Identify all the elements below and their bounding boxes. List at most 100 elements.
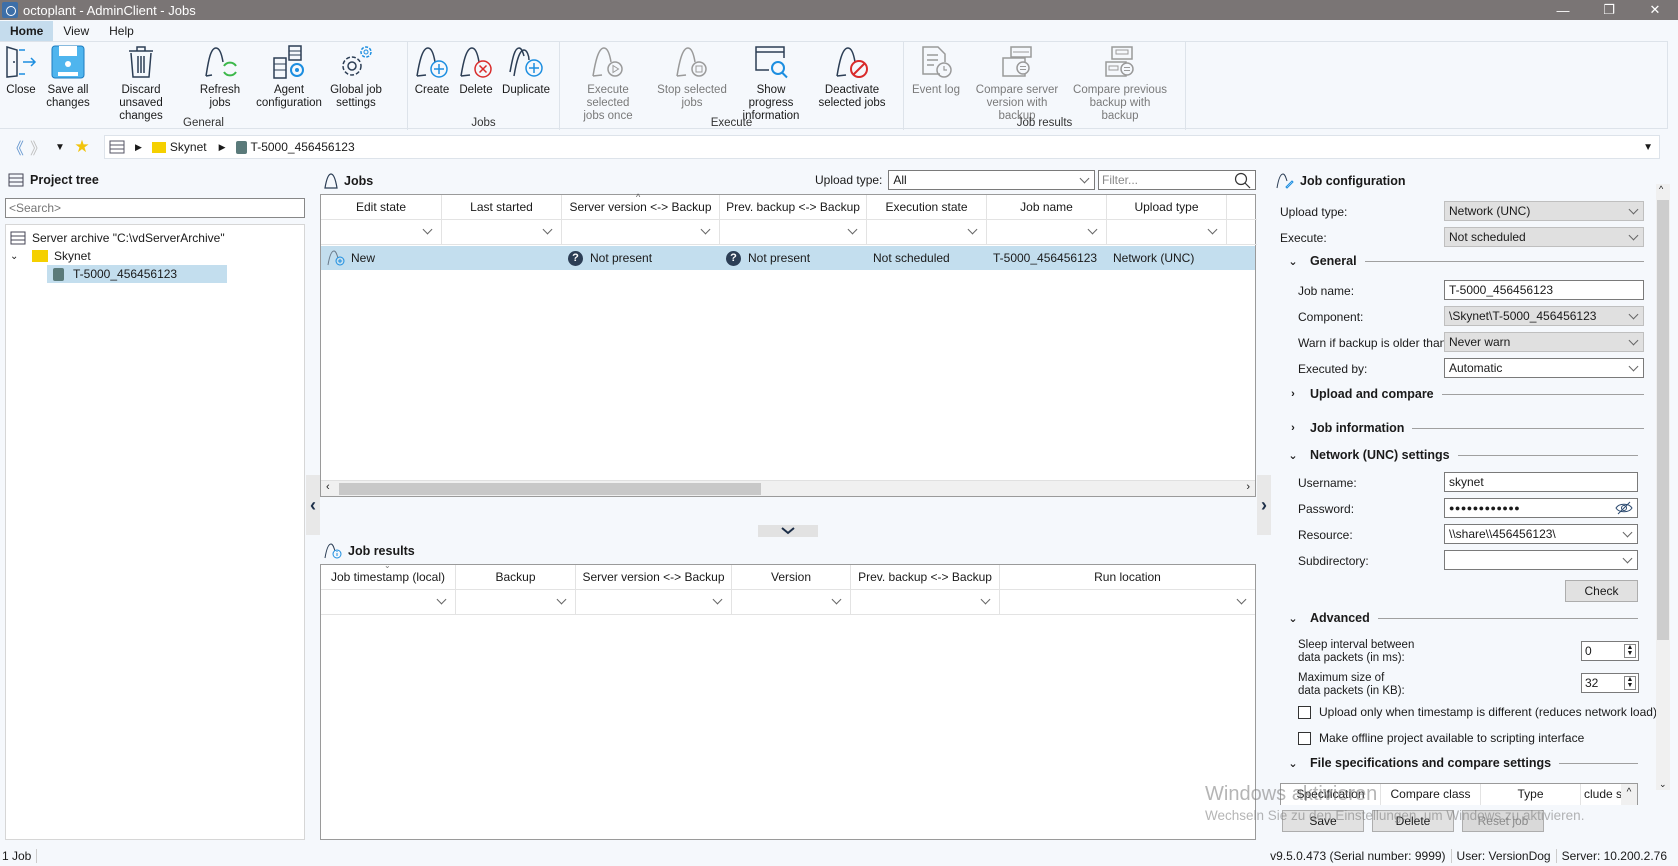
- global-job-settings-button[interactable]: Global job settings: [324, 42, 388, 114]
- column-filter-version[interactable]: [732, 590, 851, 615]
- save-button[interactable]: Save: [1282, 810, 1364, 832]
- delete-button[interactable]: Delete: [1372, 810, 1454, 832]
- offline-project-checkbox[interactable]: [1298, 731, 1311, 745]
- password-input[interactable]: ●●●●●●●●●●●●: [1444, 498, 1638, 518]
- stepper-arrows-icon[interactable]: ▲ ▼: [1624, 676, 1636, 690]
- column-filter-edit-state[interactable]: [321, 220, 442, 245]
- server-archive-icon[interactable]: [109, 140, 125, 154]
- job-name-input[interactable]: T-5000_456456123: [1444, 280, 1644, 300]
- reset-job-button[interactable]: Reset job: [1462, 810, 1544, 832]
- save-all-button[interactable]: Save all changes: [40, 42, 96, 114]
- section-upload-and-compare[interactable]: › Upload and compare: [1286, 387, 1644, 401]
- create-job-button[interactable]: Create: [410, 42, 454, 114]
- resource-combobox[interactable]: \\share\\456456123\: [1444, 524, 1638, 544]
- config-vertical-scrollbar[interactable]: ^ ⌄: [1656, 184, 1670, 790]
- executed-by-select[interactable]: Automatic: [1444, 358, 1644, 378]
- column-header-prev-vs-backup[interactable]: Prev. backup <-> Backup: [720, 195, 867, 220]
- column-filter-backup[interactable]: [456, 590, 576, 615]
- close-window-button[interactable]: ✕: [1632, 0, 1678, 20]
- project-tree-search-input[interactable]: [5, 198, 305, 218]
- max-size-stepper[interactable]: 32 ▲ ▼: [1581, 673, 1639, 693]
- column-header-type[interactable]: Type: [1481, 784, 1581, 805]
- scrollbar-thumb[interactable]: [1657, 200, 1669, 640]
- refresh-jobs-button[interactable]: Refresh jobs: [186, 42, 254, 114]
- column-header-include[interactable]: clude s: [1581, 784, 1621, 805]
- collapse-jobs-splitter-button[interactable]: [758, 525, 818, 537]
- column-filter-upload-type[interactable]: [1107, 220, 1227, 245]
- compare-server-button[interactable]: Compare server version with backup: [966, 42, 1068, 122]
- column-filter-prev-vs-backup[interactable]: [851, 590, 1000, 615]
- collapse-right-panel-button[interactable]: ›: [1257, 475, 1271, 535]
- upload-type-select[interactable]: Network (UNC): [1444, 201, 1644, 221]
- section-network-settings[interactable]: ⌄ Network (UNC) settings: [1286, 448, 1638, 462]
- section-job-information[interactable]: › Job information: [1286, 421, 1644, 435]
- table-row[interactable]: New ? Not present ? Not present Not sche…: [321, 246, 1255, 270]
- stepper-arrows-icon[interactable]: ▲ ▼: [1624, 644, 1636, 658]
- column-header-edit-state[interactable]: Edit state: [321, 195, 442, 220]
- scroll-down-icon[interactable]: ⌄: [1659, 779, 1667, 790]
- deactivate-jobs-button[interactable]: Deactivate selected jobs: [812, 42, 892, 114]
- forward-button[interactable]: 》: [27, 136, 49, 158]
- duplicate-job-button[interactable]: Duplicate: [498, 42, 554, 114]
- column-header-version[interactable]: Version: [732, 565, 851, 590]
- jobs-filter-input[interactable]: Filter...: [1098, 170, 1256, 190]
- tab-help[interactable]: Help: [99, 21, 144, 41]
- jobs-horizontal-scrollbar[interactable]: ‹ ›: [321, 480, 1255, 496]
- column-header-specification[interactable]: Specification: [1281, 784, 1381, 805]
- upload-type-select[interactable]: All: [888, 170, 1096, 190]
- favorite-star-icon[interactable]: ★: [71, 136, 93, 158]
- breadcrumb-separator-icon[interactable]: ▶: [135, 142, 142, 153]
- delete-job-button[interactable]: Delete: [454, 42, 498, 114]
- execute-select[interactable]: Not scheduled: [1444, 227, 1644, 247]
- agent-configuration-button[interactable]: Agent configuration: [254, 42, 324, 114]
- event-log-button[interactable]: Event log: [906, 42, 966, 114]
- breadcrumb-separator-icon[interactable]: ▶: [219, 142, 226, 153]
- column-filter-last-started[interactable]: [442, 220, 562, 245]
- column-filter-job-timestamp[interactable]: [321, 590, 456, 615]
- offline-project-checkbox-row[interactable]: Make offline project available to script…: [1298, 731, 1584, 745]
- component-select[interactable]: \Skynet\T-5000_456456123: [1444, 306, 1644, 326]
- stop-jobs-button[interactable]: Stop selected jobs: [654, 42, 730, 114]
- section-general[interactable]: ⌄ General: [1286, 254, 1644, 268]
- tab-view[interactable]: View: [53, 21, 99, 41]
- search-icon[interactable]: [1234, 172, 1251, 189]
- username-input[interactable]: skynet: [1444, 472, 1638, 492]
- discard-button[interactable]: Discard unsaved changes: [96, 42, 186, 122]
- scroll-right-icon[interactable]: ›: [1246, 481, 1250, 493]
- column-header-run-location[interactable]: Run location: [1000, 565, 1255, 590]
- breadcrumb-dropdown-icon[interactable]: ▼: [1643, 142, 1653, 153]
- column-header-prev-vs-backup[interactable]: Prev. backup <-> Backup: [851, 565, 1000, 590]
- column-header-execution-state[interactable]: Execution state: [867, 195, 987, 220]
- back-button[interactable]: 《: [5, 136, 27, 158]
- column-filter-run-location[interactable]: [1000, 590, 1255, 615]
- tree-node-component[interactable]: T-5000_456456123: [47, 265, 227, 283]
- breadcrumb-item-component[interactable]: T-5000_456456123: [235, 140, 355, 154]
- tree-node-skynet[interactable]: ⌄ Skynet: [10, 247, 91, 265]
- scroll-up-icon[interactable]: ^: [1659, 184, 1663, 194]
- check-button[interactable]: Check: [1565, 580, 1638, 602]
- column-filter-server-vs-backup[interactable]: [562, 220, 720, 245]
- column-filter-job-name[interactable]: [987, 220, 1107, 245]
- scroll-up-icon[interactable]: ^: [1621, 784, 1637, 805]
- sleep-interval-stepper[interactable]: 0 ▲ ▼: [1581, 641, 1639, 661]
- section-file-specifications[interactable]: ⌄ File specifications and compare settin…: [1286, 756, 1638, 770]
- column-header-server-vs-backup[interactable]: Server version <-> Backup: [562, 195, 720, 220]
- restore-button[interactable]: ❐: [1586, 0, 1632, 20]
- column-header-compare-class[interactable]: Compare class: [1381, 784, 1481, 805]
- column-filter-server-vs-backup[interactable]: [576, 590, 732, 615]
- breadcrumb-item-skynet[interactable]: Skynet: [151, 140, 207, 154]
- upload-timestamp-checkbox-row[interactable]: Upload only when timestamp is different …: [1298, 705, 1657, 719]
- column-filter-prev-vs-backup[interactable]: [720, 220, 867, 245]
- column-header-upload-type[interactable]: Upload type: [1107, 195, 1227, 220]
- close-button[interactable]: Close: [2, 42, 40, 114]
- minimize-button[interactable]: —: [1540, 0, 1586, 20]
- warn-backup-select[interactable]: Never warn: [1444, 332, 1644, 352]
- column-header-last-started[interactable]: Last started: [442, 195, 562, 220]
- expand-chevron-icon[interactable]: ⌄: [10, 251, 22, 262]
- column-header-job-name[interactable]: Job name: [987, 195, 1107, 220]
- execute-once-button[interactable]: Execute selected jobs once: [562, 42, 654, 122]
- show-progress-button[interactable]: Show progress information: [730, 42, 812, 122]
- history-dropdown-button[interactable]: ▼: [49, 136, 71, 158]
- column-header-server-vs-backup[interactable]: Server version <-> Backup: [576, 565, 732, 590]
- column-header-backup[interactable]: Backup: [456, 565, 576, 590]
